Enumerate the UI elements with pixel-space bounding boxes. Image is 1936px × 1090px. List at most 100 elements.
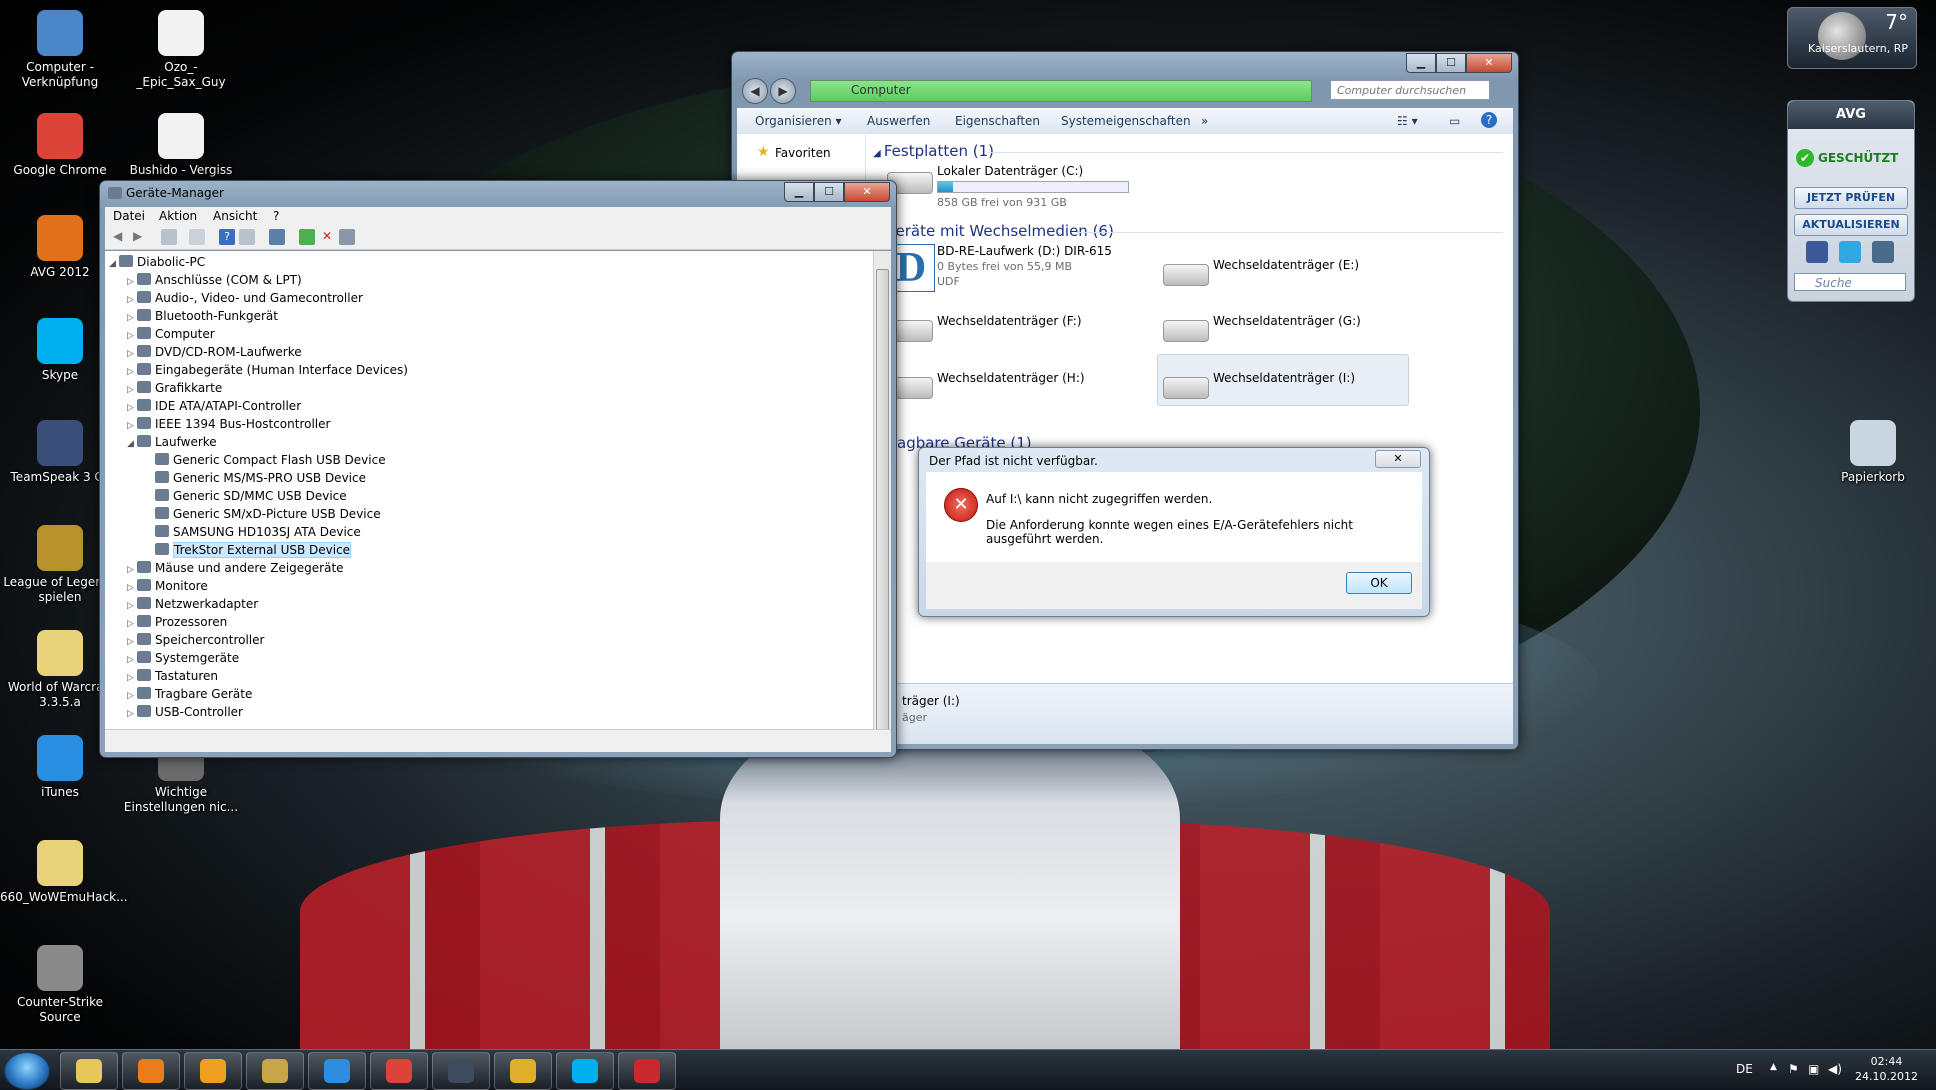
tree-item[interactable]: ▷ Eingabegeräte (Human Interface Devices) (127, 363, 408, 381)
twitter-icon[interactable] (1839, 241, 1861, 263)
expand-arrow-icon[interactable]: ▷ (127, 295, 137, 305)
view-options-icon[interactable]: ☷ ▾ (1397, 114, 1418, 128)
tree-item[interactable]: ▷ Anschlüsse (COM & LPT) (127, 273, 302, 291)
drive-i-name[interactable]: Wechseldatenträger (I:) (1213, 371, 1355, 385)
expand-arrow-icon[interactable]: ▷ (127, 691, 137, 701)
nav-favorites[interactable]: Favoriten (775, 146, 831, 160)
taskbar-button-winamp[interactable] (184, 1052, 242, 1090)
network-icon[interactable]: ▣ (1808, 1062, 1819, 1076)
close-button[interactable]: ✕ (844, 182, 890, 202)
help-icon[interactable]: ? (219, 229, 235, 245)
desktop-icon[interactable]: Papierkorb (1813, 420, 1933, 485)
expand-arrow-icon[interactable]: ▷ (127, 277, 137, 287)
tree-item[interactable]: Generic MS/MS-PRO USB Device (145, 471, 366, 489)
group-removable-header[interactable]: ◢ Geräte mit Wechselmedien (6) (873, 222, 1114, 240)
tree-item[interactable]: ▷ Grafikkarte (127, 381, 222, 399)
maximize-button[interactable]: ☐ (814, 182, 844, 202)
desktop-icon[interactable]: 660_WoWEmuHack... (0, 840, 128, 905)
system-properties-button[interactable]: Systemeigenschaften (1061, 114, 1191, 128)
address-bar[interactable]: Computer (810, 80, 1312, 102)
scrollbar-thumb[interactable] (876, 269, 889, 741)
tree-item[interactable]: ▷ Systemgeräte (127, 651, 239, 669)
tree-item[interactable]: ◢ Diabolic-PC (109, 255, 205, 273)
language-indicator[interactable]: DE (1736, 1062, 1753, 1076)
expand-arrow-icon[interactable]: ▷ (127, 331, 137, 341)
expand-arrow-icon[interactable]: ▷ (127, 709, 137, 719)
avg-update-button[interactable]: AKTUALISIEREN (1794, 214, 1908, 236)
tree-item[interactable]: Generic SM/xD-Picture USB Device (145, 507, 381, 525)
expand-arrow-icon[interactable]: ▷ (127, 349, 137, 359)
avg-scan-button[interactable]: JETZT PRÜFEN (1794, 187, 1908, 209)
more-commands-button[interactable]: » (1201, 114, 1208, 128)
drive-g-name[interactable]: Wechseldatenträger (G:) (1213, 314, 1361, 328)
avg-search-input[interactable]: Suche (1794, 273, 1906, 291)
expand-arrow-icon[interactable]: ▷ (127, 601, 137, 611)
tree-view-icon[interactable] (161, 229, 177, 245)
desktop-icon[interactable]: Counter-Strike Source (0, 945, 120, 1025)
back-arrow-icon[interactable]: ◀ (113, 229, 129, 245)
tree-item[interactable]: TrekStor External USB Device (145, 542, 352, 561)
clock[interactable]: 02:44 24.10.2012 (1855, 1054, 1918, 1084)
desktop-icon[interactable]: Computer - Verknüpfung (0, 10, 120, 90)
tree-item[interactable]: ▷ Prozessoren (127, 615, 227, 633)
tree-item[interactable]: Generic SD/MMC USB Device (145, 489, 347, 507)
taskbar-button-explorer[interactable] (60, 1052, 118, 1090)
taskbar-button-league[interactable] (246, 1052, 304, 1090)
tree-item[interactable]: ▷ Netzwerkadapter (127, 597, 258, 615)
drive-f-name[interactable]: Wechseldatenträger (F:) (937, 314, 1082, 328)
tree-item[interactable]: ▷ Tastaturen (127, 669, 218, 687)
expand-arrow-icon[interactable]: ▷ (127, 403, 137, 413)
back-button[interactable]: ◀ (742, 78, 768, 104)
tree-item[interactable]: ▷ Monitore (127, 579, 208, 597)
desktop-icon[interactable]: Bushido - Vergiss (121, 113, 241, 178)
properties-button[interactable]: Eigenschaften (955, 114, 1040, 128)
tree-item[interactable]: Generic Compact Flash USB Device (145, 453, 386, 471)
tree-item[interactable]: ▷ IDE ATA/ATAPI-Controller (127, 399, 301, 417)
expand-arrow-icon[interactable]: ▷ (127, 565, 137, 575)
volume-icon[interactable]: ◀) (1828, 1062, 1842, 1076)
update-driver-icon[interactable] (299, 229, 315, 245)
tree-item[interactable]: ▷ Computer (127, 327, 215, 345)
tree-item[interactable]: ▷ DVD/CD-ROM-Laufwerke (127, 345, 302, 363)
menu-datei[interactable]: Datei (113, 209, 145, 223)
taskbar-button-wow[interactable] (494, 1052, 552, 1090)
tree-scrollbar[interactable] (873, 251, 891, 741)
help-icon[interactable]: ? (1481, 112, 1497, 128)
tree-item[interactable]: SAMSUNG HD103SJ ATA Device (145, 525, 361, 543)
taskbar-button-chrome[interactable] (370, 1052, 428, 1090)
facebook-icon[interactable] (1806, 241, 1828, 263)
eject-button[interactable]: Auswerfen (867, 114, 930, 128)
expand-arrow-icon[interactable]: ▷ (127, 313, 137, 323)
tree-item[interactable]: ▷ Mäuse und andere Zeigegeräte (127, 561, 344, 579)
minimize-button[interactable]: ▁ (1406, 53, 1436, 73)
drive-h-name[interactable]: Wechseldatenträger (H:) (937, 371, 1085, 385)
properties-icon[interactable] (189, 229, 205, 245)
preview-pane-icon[interactable]: ▭ (1449, 114, 1460, 128)
forward-button[interactable]: ▶ (770, 78, 796, 104)
scan-hardware-icon[interactable] (269, 229, 285, 245)
tree-item[interactable]: ▷ IEEE 1394 Bus-Hostcontroller (127, 417, 330, 435)
tree-item[interactable]: ▷ USB-Controller (127, 705, 243, 723)
tree-item[interactable]: ◢ Laufwerke (127, 435, 217, 453)
menu-help[interactable]: ? (273, 209, 279, 223)
forward-arrow-icon[interactable]: ▶ (133, 229, 149, 245)
desktop-icon[interactable]: Ozo_-_Epic_Sax_Guy (121, 10, 241, 90)
taskbar-button-media-player[interactable] (122, 1052, 180, 1090)
menu-aktion[interactable]: Aktion (159, 209, 197, 223)
expand-arrow-icon[interactable]: ◢ (109, 259, 119, 269)
taskbar-button-skype[interactable] (556, 1052, 614, 1090)
organize-button[interactable]: Organisieren ▾ (755, 114, 842, 128)
close-button[interactable]: ✕ (1466, 53, 1512, 73)
explorer-search-input[interactable]: Computer durchsuchen (1330, 80, 1490, 100)
tree-item[interactable]: ▷ Tragbare Geräte (127, 687, 252, 705)
taskbar-button-toolbox[interactable] (618, 1052, 676, 1090)
expand-arrow-icon[interactable]: ▷ (127, 421, 137, 431)
show-hidden-icons-icon[interactable]: ▲ (1770, 1062, 1777, 1072)
minimize-button[interactable]: ▁ (784, 182, 814, 202)
dialog-close-button[interactable]: ✕ (1375, 450, 1421, 468)
maximize-button[interactable]: ☐ (1436, 53, 1466, 73)
tree-item[interactable]: ▷ Audio-, Video- und Gamecontroller (127, 291, 363, 309)
view-icon[interactable] (239, 229, 255, 245)
disable-device-icon[interactable] (339, 229, 355, 245)
drive-d-name[interactable]: BD-RE-Laufwerk (D:) DIR-615 (937, 244, 1112, 258)
